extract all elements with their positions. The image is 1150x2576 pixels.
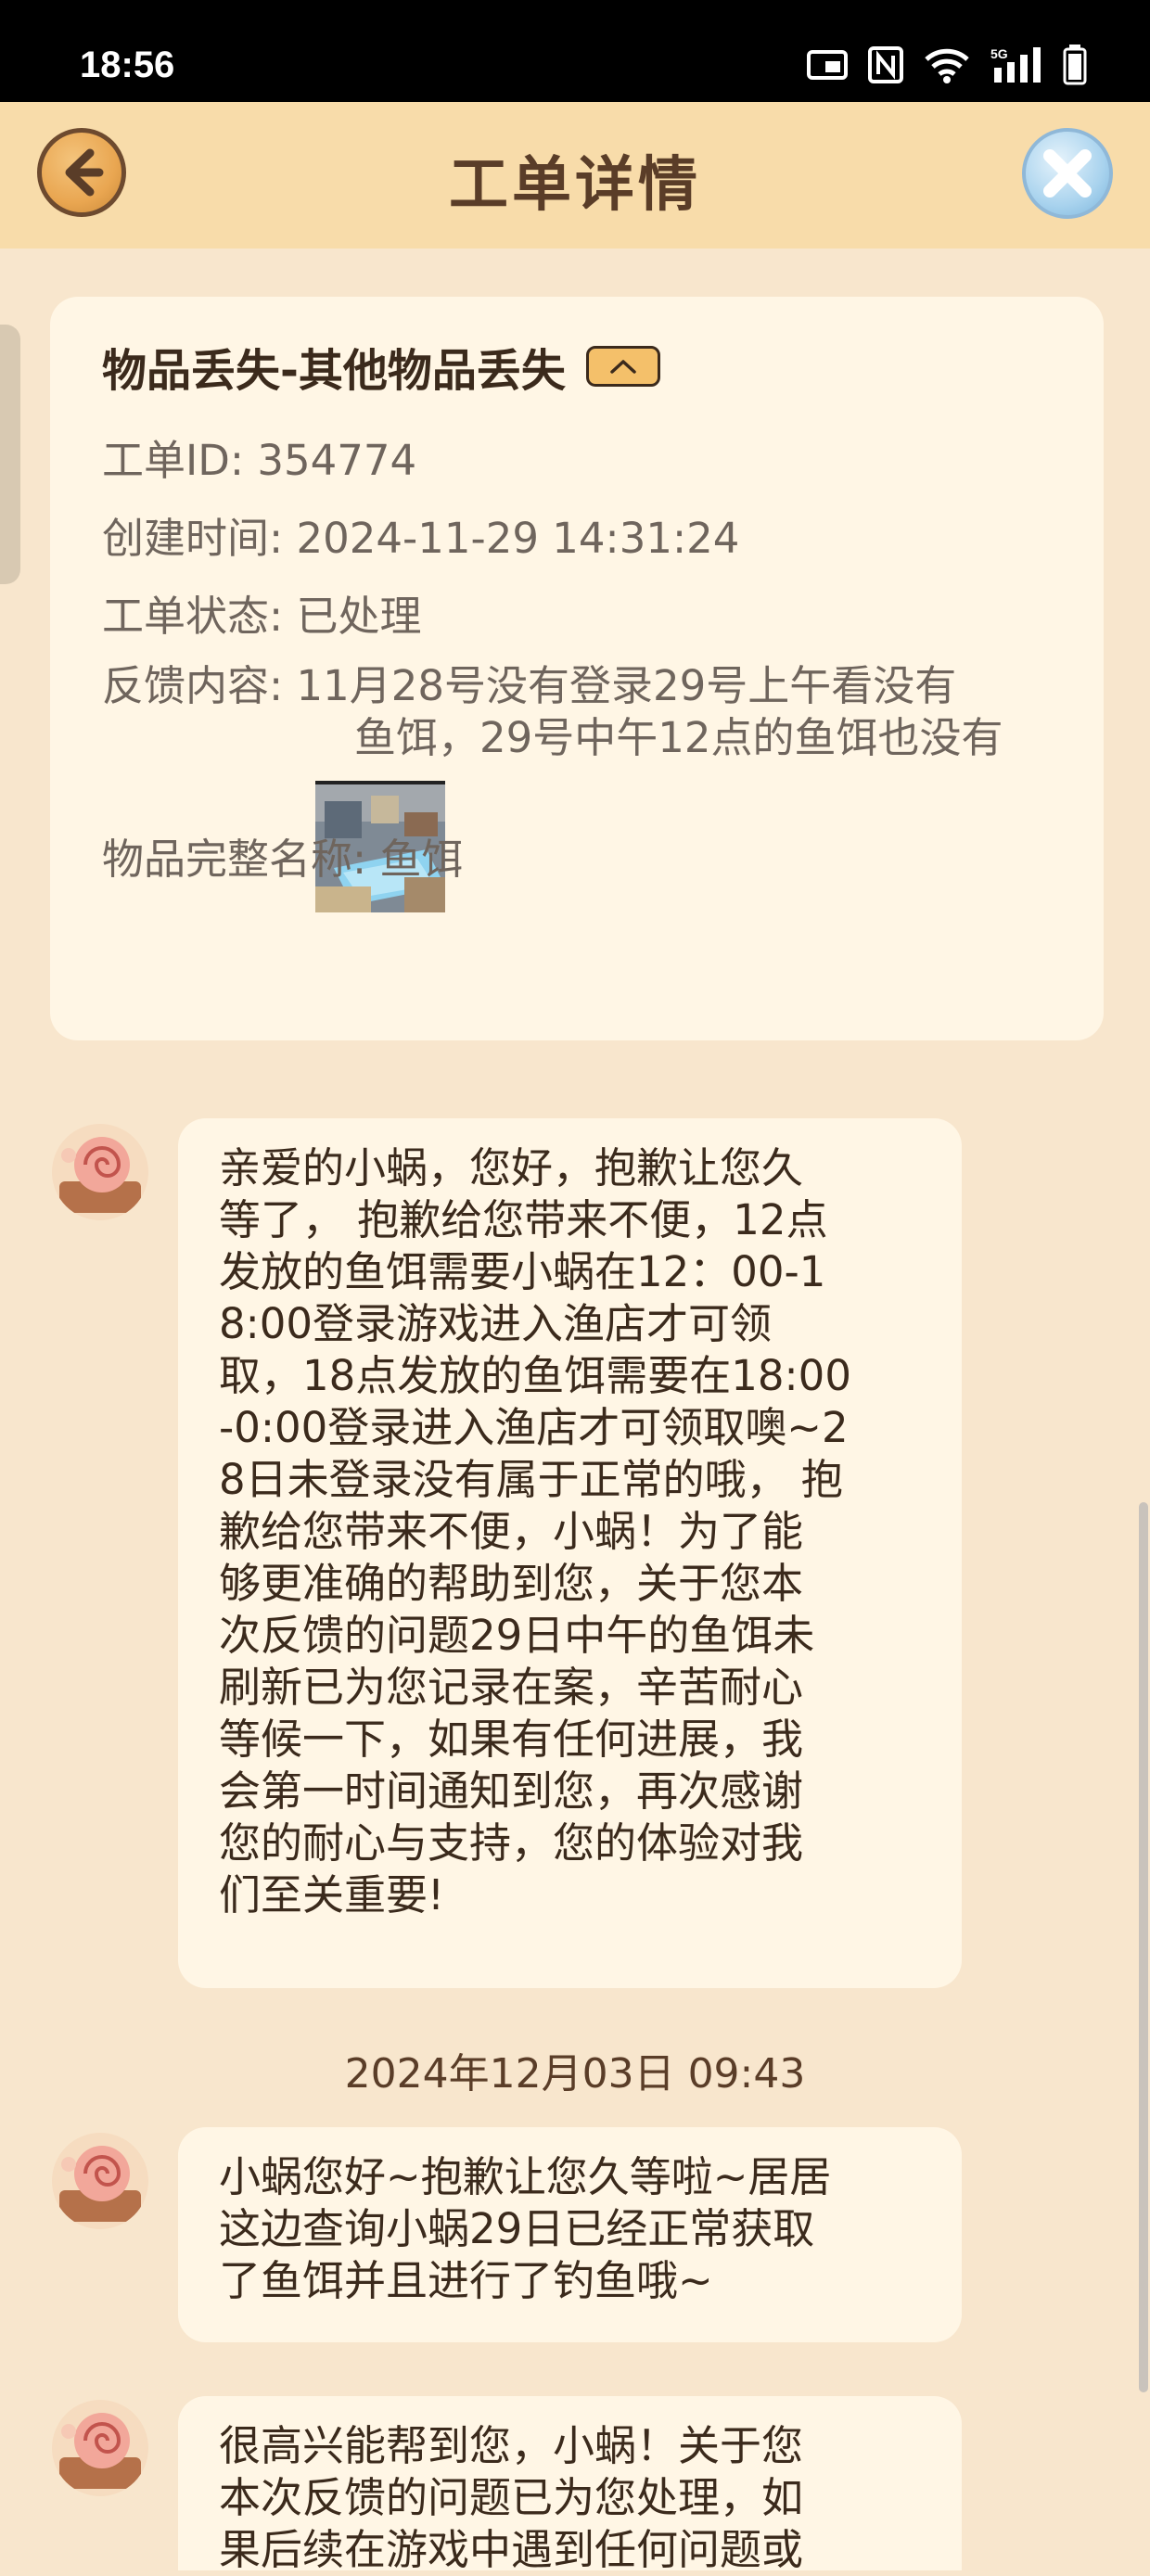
feedback-line: 11月28号没有登录29号上午看没有 <box>296 661 957 710</box>
ticket-id-value: 354774 <box>257 436 417 485</box>
nfc-icon <box>868 46 903 83</box>
message-line: 等候一下，如果有任何进展，我 <box>219 1715 804 1764</box>
scrollbar[interactable] <box>1139 1502 1148 2392</box>
created-time-label: 创建时间: <box>102 514 297 563</box>
created-time-row: 创建时间: 2024-11-29 14:31:24 <box>102 504 739 565</box>
ticket-status-label: 工单状态: <box>102 592 297 641</box>
title-bar: 工单详情 <box>0 102 1150 249</box>
support-message-bubble: 小蜗您好~抱歉让您久等啦~居居 这边查询小蜗29日已经正常获取 了鱼饵并且进行了… <box>178 2127 962 2342</box>
ticket-info-card: 物品丢失-其他物品丢失 工单ID: 354774 创建时间: 2024-11-2… <box>50 297 1104 1040</box>
ticket-id-row: 工单ID: 354774 <box>102 427 416 487</box>
feedback-line: 鱼饵，29号中午12点的鱼饵也没有 <box>354 713 1003 762</box>
wifi-icon <box>925 48 969 83</box>
snail-mascot-icon <box>52 2133 148 2229</box>
collapse-button[interactable] <box>585 346 660 387</box>
battery-icon <box>1063 45 1087 85</box>
message-line: 8日未登录没有属于正常的哦， 抱 <box>219 1455 843 1504</box>
status-icons: 5G <box>807 43 1087 87</box>
message-line: 会第一时间通知到您，再次感谢 <box>219 1766 804 1816</box>
message-line: 们至关重要! <box>219 1870 445 1919</box>
ticket-title-row: 物品丢失-其他物品丢失 <box>102 334 660 399</box>
message-line: 刷新已为您记录在案，辛苦耐心 <box>219 1663 804 1712</box>
message-line: 您的耐心与支持，您的体验对我 <box>219 1818 804 1868</box>
message-line: 等了， 抱歉给您带来不便，12点 <box>219 1195 828 1244</box>
signal-5g-icon: 5G <box>990 46 1041 83</box>
chevron-up-icon <box>610 360 636 374</box>
page-title: 工单详情 <box>449 151 701 220</box>
message-line: 这边查询小蜗29日已经正常获取 <box>219 2204 815 2253</box>
message-line: 够更准确的帮助到您，关于您本 <box>219 1559 804 1608</box>
message-line: 很高兴能帮到您，小蜗！关于您 <box>219 2421 804 2470</box>
status-time: 18:56 <box>80 45 175 85</box>
message-line: 取，18点发放的鱼饵需要在18:00 <box>219 1351 851 1400</box>
message-line: 次反馈的问题29日中午的鱼饵未 <box>219 1611 815 1660</box>
message-line: 本次反馈的问题已为您处理，如 <box>219 2473 804 2522</box>
support-message-bubble: 亲爱的小蜗，您好，抱歉让您久 等了， 抱歉给您带来不便，12点 发放的鱼饵需要小… <box>178 1118 962 1988</box>
close-button[interactable] <box>1022 128 1113 219</box>
snail-mascot-icon <box>52 1124 148 1220</box>
ticket-status-value: 已处理 <box>296 592 422 641</box>
item-name-value: 鱼饵 <box>379 835 464 884</box>
feedback-label: 反馈内容: <box>102 661 297 710</box>
status-bar: 18:56 5G <box>0 0 1150 102</box>
message-line: 亲爱的小蜗，您好，抱歉让您久 <box>219 1143 804 1192</box>
message-line: 了鱼饵并且进行了钓鱼哦~ <box>219 2256 713 2305</box>
support-avatar <box>52 2133 148 2229</box>
message-line: 发放的鱼饵需要小蜗在12：00-1 <box>219 1247 826 1296</box>
message-line: -0:00登录进入渔店才可领取噢~2 <box>219 1403 849 1452</box>
message-line: 歉给您带来不便，小蜗！为了能 <box>219 1507 804 1556</box>
ticket-status-row: 工单状态: 已处理 <box>102 582 421 643</box>
support-message-bubble: 很高兴能帮到您，小蜗！关于您 本次反馈的问题已为您处理，如 果后续在游戏中遇到任… <box>178 2396 962 2574</box>
message-timestamp: 2024年12月03日 09:43 <box>344 2050 806 2098</box>
side-drawer-handle[interactable] <box>0 325 20 584</box>
created-time-value: 2024-11-29 14:31:24 <box>296 514 740 563</box>
svg-text:5G: 5G <box>990 46 1008 61</box>
cast-icon <box>807 50 848 80</box>
support-avatar <box>52 1124 148 1220</box>
ticket-id-label: 工单ID: <box>102 436 258 485</box>
ticket-title: 物品丢失-其他物品丢失 <box>102 345 566 397</box>
item-name-label: 物品完整名称: <box>102 835 380 884</box>
message-line: 8:00登录游戏进入渔店才可领 <box>219 1299 773 1348</box>
feedback-content: 反馈内容: 11月28号没有登录29号上午看没有 鱼饵，29号中午12点的鱼饵也… <box>102 660 1003 764</box>
support-avatar <box>52 2400 148 2496</box>
item-name-row: 物品完整名称: 鱼饵 <box>102 825 463 886</box>
message-line: 果后续在游戏中遇到任何问题或 <box>219 2525 804 2574</box>
close-icon <box>1043 149 1092 198</box>
snail-mascot-icon <box>52 2400 148 2496</box>
message-line: 小蜗您好~抱歉让您久等啦~居居 <box>219 2152 832 2201</box>
